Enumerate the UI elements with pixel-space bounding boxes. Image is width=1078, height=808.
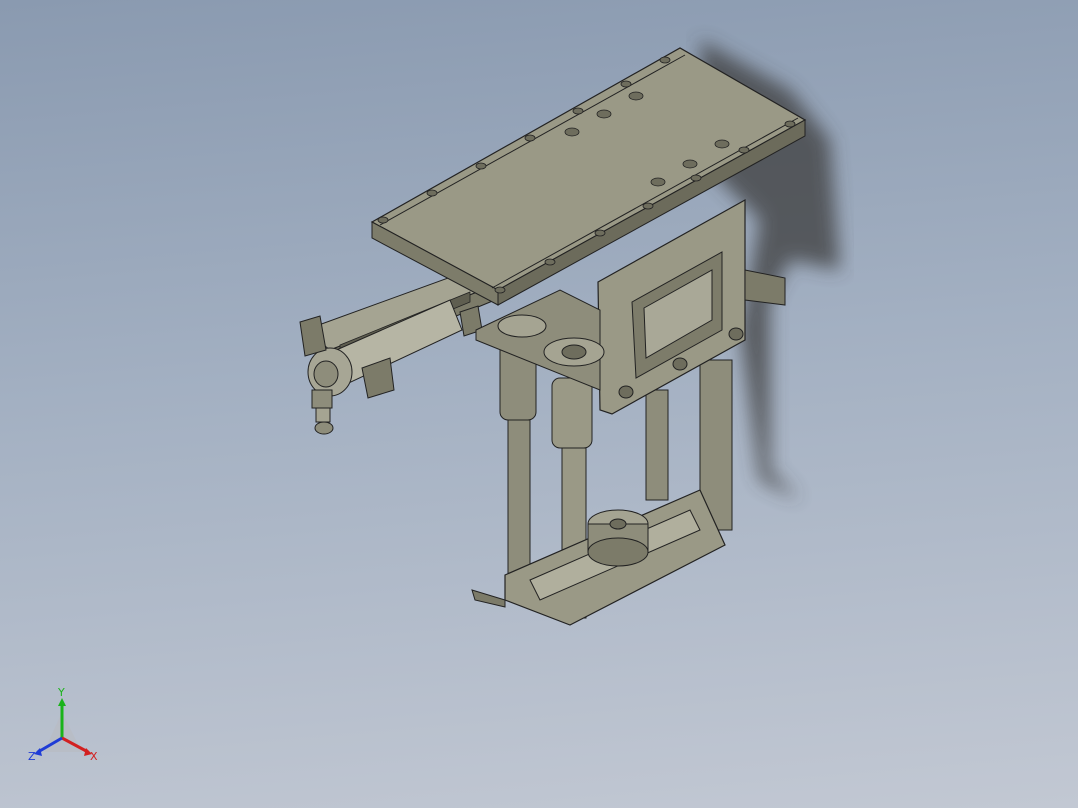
axis-x-label: X [90, 750, 98, 763]
axis-y-label: Y [58, 686, 65, 699]
bearing-blocks[interactable] [475, 289, 605, 391]
linear-guide-assembly[interactable] [299, 269, 497, 435]
graphics-viewport[interactable]: Y X Z [0, 0, 1078, 808]
3d-model-view[interactable] [0, 0, 1078, 808]
axis-z-label: Z [28, 750, 36, 763]
orientation-triad[interactable]: Y X Z [22, 686, 112, 770]
